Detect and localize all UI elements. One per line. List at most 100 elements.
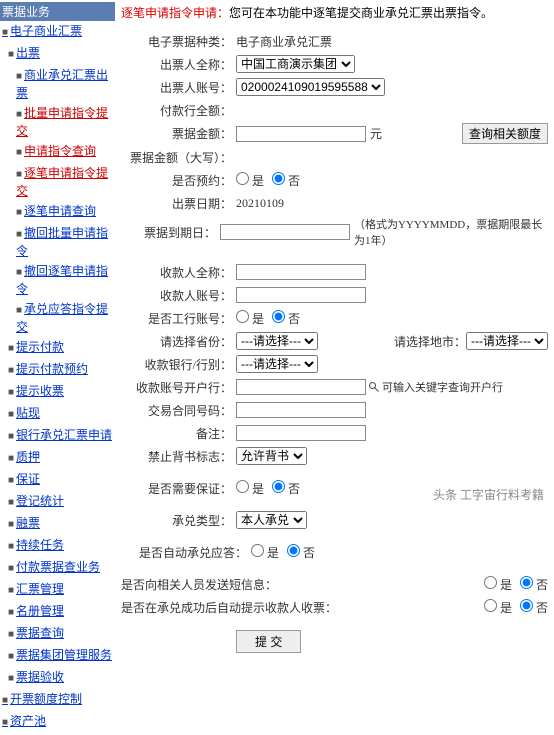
- radio-icbc-no[interactable]: 否: [272, 310, 300, 327]
- input-payee-acct[interactable]: [236, 287, 366, 303]
- sidebar-link[interactable]: 商业承兑汇票出票: [16, 68, 108, 100]
- select-endorse[interactable]: 允许背书: [236, 447, 307, 465]
- lbl-pay-bank: 付款行全额：: [121, 102, 236, 119]
- sidebar-link[interactable]: 资产池: [10, 714, 46, 728]
- lbl-payee-bank: 收款银行/行别：: [121, 356, 236, 373]
- select-drawer-acct[interactable]: 0200024109019595588: [236, 78, 385, 96]
- sidebar-item-13[interactable]: ■贴现: [0, 403, 115, 425]
- sidebar-link[interactable]: 承兑应答指令提交: [16, 302, 108, 334]
- sidebar-item-8[interactable]: ■撤回逐笔申请指令: [0, 261, 115, 299]
- sidebar-item-12[interactable]: ■提示收票: [0, 381, 115, 403]
- btn-query-limit[interactable]: 查询相关额度: [462, 123, 548, 144]
- sidebar-item-10[interactable]: ■提示付款: [0, 337, 115, 359]
- sidebar-link[interactable]: 撤回批量申请指令: [16, 226, 108, 258]
- bullet-icon: ■: [16, 305, 22, 316]
- sidebar-link[interactable]: 逐笔申请查询: [24, 204, 96, 218]
- sidebar-link[interactable]: 贴现: [16, 406, 40, 420]
- sidebar-item-16[interactable]: ■保证: [0, 469, 115, 491]
- radio-prompt-yes[interactable]: 是: [484, 599, 512, 616]
- bullet-icon: ■: [16, 267, 22, 278]
- radio-auto-no[interactable]: 否: [287, 544, 315, 561]
- input-contract[interactable]: [236, 402, 366, 418]
- bullet-icon: ■: [8, 387, 14, 398]
- sidebar-item-20[interactable]: ■付款票据查业务: [0, 557, 115, 579]
- sidebar-link[interactable]: 批量申请指令提交: [16, 106, 108, 138]
- header-desc: 您可在本功能中逐笔提交商业承兑汇票出票指令。: [229, 6, 493, 20]
- sidebar-item-17[interactable]: ■登记统计: [0, 491, 115, 513]
- lbl-is-icbc: 是否工行账号：: [121, 310, 236, 327]
- input-due-date[interactable]: [220, 224, 350, 240]
- sidebar-link[interactable]: 出票: [16, 46, 40, 60]
- sidebar-item-19[interactable]: ■持续任务: [0, 535, 115, 557]
- select-province[interactable]: ---请选择---: [236, 332, 318, 350]
- radio-icbc-yes[interactable]: 是: [236, 310, 264, 327]
- sidebar-link[interactable]: 票据查询: [16, 626, 64, 640]
- lbl-drawer-name: 出票人全称：: [121, 56, 236, 73]
- input-payee-name[interactable]: [236, 264, 366, 280]
- sidebar-item-11[interactable]: ■提示付款预约: [0, 359, 115, 381]
- header-action: 逐笔申请指令申请：: [121, 6, 229, 20]
- submit-button[interactable]: 提 交: [236, 630, 301, 653]
- sidebar-item-3[interactable]: ■批量申请指令提交: [0, 103, 115, 141]
- sidebar-link[interactable]: 撤回逐笔申请指令: [16, 264, 108, 296]
- sidebar-link[interactable]: 提示付款: [16, 340, 64, 354]
- radio-reserve-no[interactable]: 否: [272, 172, 300, 189]
- sidebar-link[interactable]: 逐笔申请指令提交: [16, 166, 108, 198]
- sidebar-item-1[interactable]: ■出票: [0, 43, 115, 65]
- radio-reserve-yes[interactable]: 是: [236, 172, 264, 189]
- sidebar-item-4[interactable]: ■申请指令查询: [0, 141, 115, 163]
- input-open-bank[interactable]: [236, 379, 366, 395]
- lbl-bill-type: 电子票据种类：: [121, 33, 236, 50]
- sidebar-item-6[interactable]: ■逐笔申请查询: [0, 201, 115, 223]
- sidebar-link[interactable]: 质押: [16, 450, 40, 464]
- bullet-icon: ■: [8, 563, 14, 574]
- sidebar-link[interactable]: 电子商业汇票: [10, 24, 82, 38]
- radio-sms-no[interactable]: 否: [520, 576, 548, 593]
- select-accept-type[interactable]: 本人承兑: [236, 511, 307, 529]
- sidebar-link[interactable]: 申请指令查询: [24, 144, 96, 158]
- sidebar-link[interactable]: 名册管理: [16, 604, 64, 618]
- sidebar-item-0[interactable]: ■电子商业汇票: [0, 21, 115, 43]
- sidebar-item-7[interactable]: ■撤回批量申请指令: [0, 223, 115, 261]
- sidebar-item-2[interactable]: ■商业承兑汇票出票: [0, 65, 115, 103]
- sidebar-item-15[interactable]: ■质押: [0, 447, 115, 469]
- select-city[interactable]: ---请选择---: [466, 332, 548, 350]
- sidebar-item-21[interactable]: ■汇票管理: [0, 579, 115, 601]
- sidebar-item-23[interactable]: ■票据查询: [0, 623, 115, 645]
- sidebar-item-26[interactable]: ■开票额度控制: [0, 689, 115, 711]
- sidebar-link[interactable]: 持续任务: [16, 538, 64, 552]
- radio-prompt-no[interactable]: 否: [520, 599, 548, 616]
- sidebar-item-18[interactable]: ■融票: [0, 513, 115, 535]
- sidebar-link[interactable]: 提示付款预约: [16, 362, 88, 376]
- radio-auto-yes[interactable]: 是: [251, 544, 279, 561]
- page-header: 逐笔申请指令申请：您可在本功能中逐笔提交商业承兑汇票出票指令。: [121, 4, 548, 21]
- radio-sms-yes[interactable]: 是: [484, 576, 512, 593]
- select-payee-bank[interactable]: ---请选择---: [236, 355, 318, 373]
- sidebar-link[interactable]: 汇票管理: [16, 582, 64, 596]
- sidebar-link[interactable]: 融票: [16, 516, 40, 530]
- sidebar-link[interactable]: 付款票据查业务: [16, 560, 100, 574]
- sidebar-item-27[interactable]: ■资产池: [0, 711, 115, 733]
- sidebar-link[interactable]: 提示收票: [16, 384, 64, 398]
- sidebar-link[interactable]: 票据集团管理服务: [16, 648, 112, 662]
- sidebar-link[interactable]: 登记统计: [16, 494, 64, 508]
- sidebar-item-14[interactable]: ■银行承兑汇票申请: [0, 425, 115, 447]
- radio-guar-yes[interactable]: 是: [236, 480, 264, 497]
- sidebar-link[interactable]: 开票额度控制: [10, 692, 82, 706]
- sidebar-item-5[interactable]: ■逐笔申请指令提交: [0, 163, 115, 201]
- lbl-due-date: 票据到期日：: [121, 224, 220, 241]
- sidebar-item-24[interactable]: ■票据集团管理服务: [0, 645, 115, 667]
- search-icon[interactable]: [368, 381, 380, 393]
- sidebar-item-25[interactable]: ■票据验收: [0, 667, 115, 689]
- sidebar-link[interactable]: 银行承兑汇票申请: [16, 428, 112, 442]
- sidebar-link[interactable]: 保证: [16, 472, 40, 486]
- input-amount[interactable]: [236, 126, 366, 142]
- bullet-icon: ■: [2, 695, 8, 706]
- sidebar-item-22[interactable]: ■名册管理: [0, 601, 115, 623]
- input-remark[interactable]: [236, 425, 366, 441]
- sidebar-item-9[interactable]: ■承兑应答指令提交: [0, 299, 115, 337]
- sidebar-link[interactable]: 票据验收: [16, 670, 64, 684]
- bullet-icon: ■: [2, 27, 8, 38]
- radio-guar-no[interactable]: 否: [272, 480, 300, 497]
- select-drawer-name[interactable]: 中国工商演示集团: [236, 55, 355, 73]
